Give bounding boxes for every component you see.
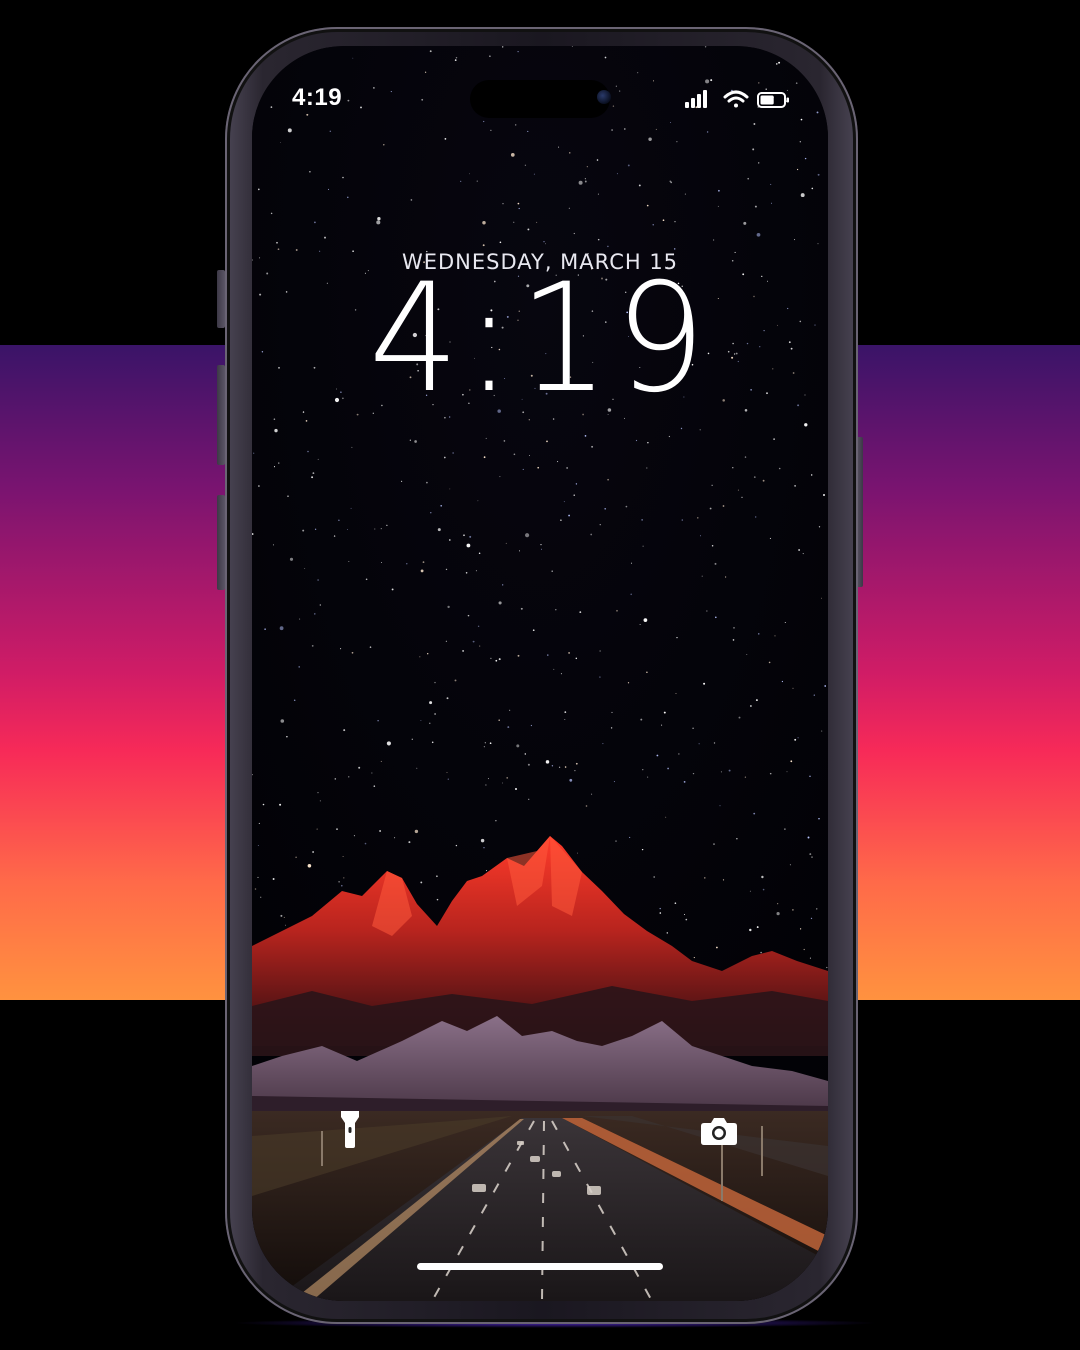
- home-indicator[interactable]: [417, 1263, 663, 1270]
- status-bar-icons: [685, 90, 789, 108]
- dynamic-island: [470, 80, 610, 118]
- showcase-stage: 4:19 WEDNESDAY, MARCH 15 4:19: [0, 0, 1080, 1350]
- action-button[interactable]: [217, 270, 225, 328]
- volume-down-button[interactable]: [217, 495, 225, 590]
- flashlight-icon: [341, 1111, 359, 1148]
- camera-button[interactable]: [694, 1106, 744, 1156]
- camera-icon: [701, 1118, 737, 1145]
- lockscreen-clock: 4:19: [368, 252, 712, 426]
- status-bar-time: 4:19: [292, 84, 343, 111]
- lock-screen[interactable]: 4:19 WEDNESDAY, MARCH 15 4:19: [252, 46, 828, 1301]
- volume-up-button[interactable]: [217, 365, 225, 465]
- wifi-icon: [723, 90, 749, 108]
- flashlight-button[interactable]: [325, 1104, 375, 1154]
- cellular-signal-icon: [685, 90, 707, 108]
- front-camera: [597, 90, 611, 104]
- battery-icon: [757, 92, 789, 108]
